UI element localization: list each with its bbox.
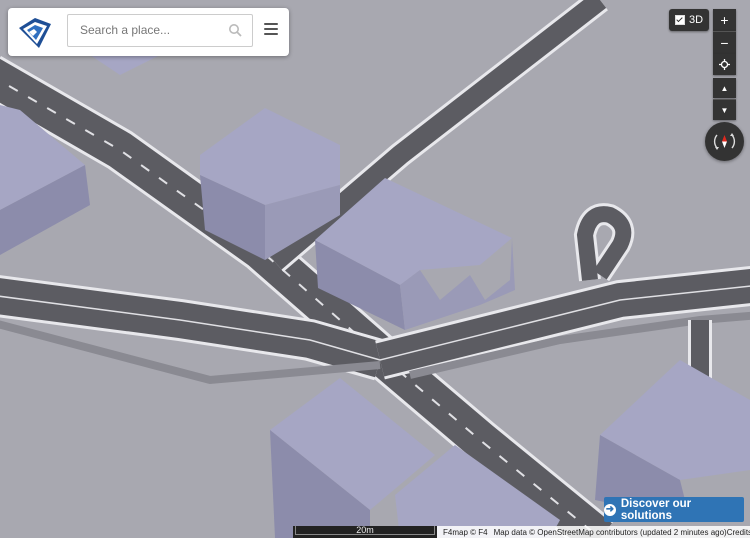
plus-icon: + <box>720 12 729 28</box>
search-box[interactable] <box>67 14 253 47</box>
locate-button[interactable] <box>713 54 736 75</box>
chevron-down-icon: ▼ <box>720 105 729 115</box>
discover-label: Discover our solutions <box>620 497 692 522</box>
search-input[interactable] <box>78 22 222 38</box>
checkbox-icon <box>674 15 685 25</box>
map-canvas[interactable] <box>0 0 750 538</box>
chevron-up-icon: ▲ <box>720 83 729 93</box>
zoom-in-button[interactable]: + <box>713 9 736 31</box>
attribution-bar: F4map © F4 Map data © OpenStreetMap cont… <box>437 526 750 538</box>
scale-bar: 20m <box>293 525 437 538</box>
f4map-attribution-link[interactable]: F4map © F4 <box>443 528 488 537</box>
menu-icon[interactable] <box>264 23 278 37</box>
toggle-3d-button[interactable]: 3D <box>669 9 709 31</box>
toggle-3d-label: 3D <box>688 14 704 26</box>
zoom-out-button[interactable]: − <box>713 31 736 54</box>
tilt-up-button[interactable]: ▲ <box>713 78 736 98</box>
arrow-right-circle-icon: ➜ <box>604 503 616 516</box>
discover-solutions-button[interactable]: ➜ Discover our solutions <box>604 497 744 522</box>
locate-icon <box>719 59 730 70</box>
tilt-down-button[interactable]: ▼ <box>713 99 736 120</box>
compass-icon <box>713 133 736 150</box>
scale-label: 20m <box>356 525 374 535</box>
credits-link[interactable]: Credits <box>727 528 750 537</box>
minus-icon: − <box>720 35 729 51</box>
search-panel <box>8 8 289 56</box>
compass-control[interactable] <box>705 122 744 161</box>
osm-attribution-link[interactable]: Map data © OpenStreetMap contributors (u… <box>494 528 727 537</box>
search-icon[interactable] <box>228 23 242 37</box>
f4map-logo-icon[interactable] <box>17 14 53 50</box>
